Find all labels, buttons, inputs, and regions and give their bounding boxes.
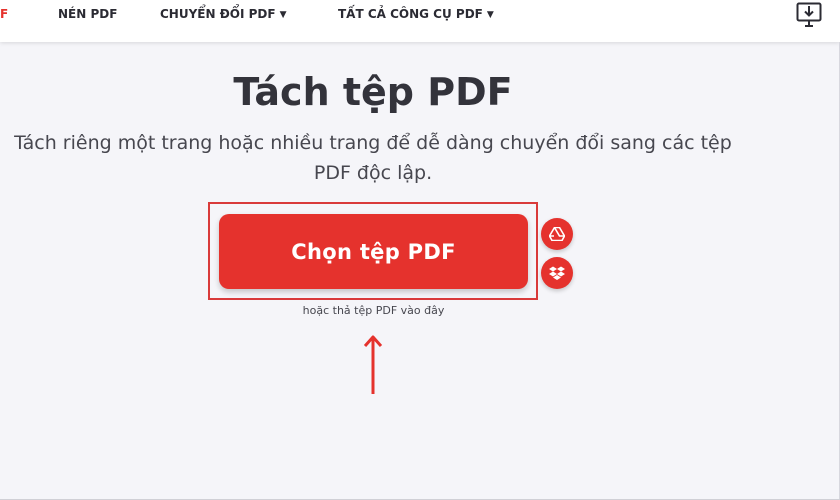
nav-item-compress-pdf[interactable]: NÉN PDF <box>58 7 117 21</box>
chevron-down-icon: ▼ <box>279 10 287 20</box>
desktop-download-icon[interactable] <box>796 2 822 30</box>
subtitle-line-2: PDF độc lập. <box>313 162 433 184</box>
nav-item-split-pdf[interactable]: F <box>0 7 8 21</box>
top-navbar: F NÉN PDF CHUYỂN ĐỔI PDF ▼ TẤT CẢ CÔNG CỤ… <box>0 0 840 42</box>
google-drive-button[interactable] <box>541 218 573 250</box>
chevron-down-icon: ▼ <box>486 10 494 20</box>
dropbox-icon <box>549 266 565 280</box>
google-drive-icon <box>549 227 565 241</box>
select-pdf-button[interactable]: Chọn tệp PDF <box>219 214 528 289</box>
nav-item-all-tools[interactable]: TẤT CẢ CÔNG CỤ PDF ▼ <box>338 7 494 21</box>
page-title: Tách tệp PDF <box>233 70 513 114</box>
arrow-up-icon <box>363 335 383 394</box>
nav-item-convert-pdf-label: CHUYỂN ĐỔI PDF <box>160 7 276 21</box>
drop-hint-text: hoặc thả tệp PDF vào đây <box>302 304 445 317</box>
nav-item-all-tools-label: TẤT CẢ CÔNG CỤ PDF <box>338 7 483 21</box>
page-subtitle: Tách riêng một trang hoặc nhiều trang để… <box>0 128 746 188</box>
nav-item-convert-pdf[interactable]: CHUYỂN ĐỔI PDF ▼ <box>160 7 286 21</box>
dropbox-button[interactable] <box>541 257 573 289</box>
subtitle-line-1: Tách riêng một trang hoặc nhiều trang để… <box>14 132 732 154</box>
